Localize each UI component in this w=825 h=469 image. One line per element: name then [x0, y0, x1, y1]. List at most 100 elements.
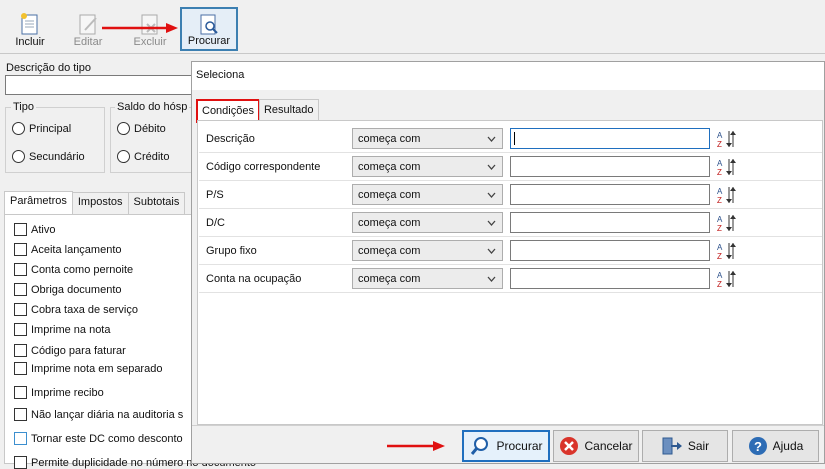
sort-az-icon[interactable]: AZ [716, 241, 736, 261]
ajuda-label: Ajuda [772, 439, 804, 453]
parametros-panel: Ativo Aceita lançamento Conta como perno… [4, 214, 256, 469]
radio-principal[interactable]: Principal [12, 122, 71, 135]
condition-value-input[interactable] [510, 212, 710, 233]
condition-operator-value: começa com [358, 245, 421, 257]
condition-operator-select[interactable]: começa com [352, 268, 503, 289]
checkbox-imprime-nota[interactable]: Imprime na nota [14, 323, 110, 336]
checkbox-label: Não lançar diária na auditoria s [31, 408, 184, 421]
incluir-label: Incluir [15, 36, 45, 48]
checkbox-imprime-recibo[interactable]: Imprime recibo [14, 386, 104, 399]
sair-button[interactable]: Sair [642, 430, 728, 462]
sort-az-icon[interactable]: AZ [716, 157, 736, 177]
checkbox-ativo[interactable]: Ativo [14, 223, 55, 236]
tipo-groupbox [5, 107, 105, 173]
radio-debito[interactable]: Débito [117, 122, 166, 135]
condition-row: D/C começa com AZ [199, 209, 822, 237]
checkbox-label: Imprime na nota [31, 323, 111, 336]
checkbox-label: Conta como pernoite [31, 263, 134, 276]
condition-row: Código correspondente começa com AZ [199, 153, 822, 181]
sort-az-icon[interactable]: AZ [716, 269, 736, 289]
seleciona-dialog: Seleciona Condições Resultado Descrição … [191, 61, 825, 464]
tab-impostos[interactable]: Impostos [71, 192, 129, 214]
excluir-label: Excluir [133, 36, 167, 48]
condition-operator-select[interactable]: começa com [352, 128, 503, 149]
checkbox-codigo-faturar[interactable]: Código para faturar [14, 344, 126, 357]
chevron-down-icon [487, 136, 496, 142]
tab-parametros[interactable]: Parâmetros [4, 191, 73, 214]
edit-document-icon [79, 14, 97, 35]
condition-value-input[interactable] [510, 128, 710, 149]
condition-value-input[interactable] [510, 240, 710, 261]
svg-text:Z: Z [717, 168, 722, 177]
sair-label: Sair [687, 439, 710, 453]
condition-value-input[interactable] [510, 184, 710, 205]
checkbox-nao-lancar-diaria[interactable]: Não lançar diária na auditoria s [14, 408, 183, 421]
checkbox-desconto[interactable]: Tornar este DC como desconto [14, 432, 183, 445]
checkbox-box [14, 243, 27, 256]
checkbox-aceita-lancamento[interactable]: Aceita lançamento [14, 243, 122, 256]
checkbox-label: Aceita lançamento [31, 243, 122, 256]
checkbox-obriga-documento[interactable]: Obriga documento [14, 283, 122, 296]
condition-field-label: P/S [206, 189, 224, 201]
svg-text:A: A [717, 131, 723, 140]
descricao-label: Descrição do tipo [6, 62, 91, 74]
checkbox-label: Obriga documento [31, 283, 122, 296]
checkbox-box [14, 456, 27, 469]
condition-row: Conta na ocupação começa com AZ [199, 265, 822, 293]
condition-operator-select[interactable]: começa com [352, 184, 503, 205]
procurar-button[interactable]: Procurar [462, 430, 550, 462]
cancelar-button[interactable]: Cancelar [553, 430, 639, 462]
radio-debito-label: Débito [134, 122, 166, 135]
svg-text:A: A [717, 215, 723, 224]
sort-az-icon[interactable]: AZ [716, 185, 736, 205]
checkbox-nota-separado[interactable]: Imprime nota em separado [14, 362, 162, 375]
condition-value-input[interactable] [510, 268, 710, 289]
checkbox-box [14, 223, 27, 236]
radio-secundario[interactable]: Secundário [12, 150, 85, 163]
sort-az-icon[interactable]: AZ [716, 213, 736, 233]
cancelar-label: Cancelar [584, 439, 633, 453]
editar-label: Editar [73, 36, 103, 48]
checkbox-label: Imprime recibo [31, 386, 104, 399]
checkbox-box [14, 344, 27, 357]
conditions-panel: Descrição começa com AZ Código correspon… [197, 120, 823, 425]
new-document-icon [21, 13, 38, 35]
radio-principal-label: Principal [29, 122, 72, 135]
saldo-title: Saldo do hósp [115, 101, 190, 113]
condition-field-label: Grupo fixo [206, 245, 257, 257]
checkbox-box [14, 283, 27, 296]
tab-subtotais[interactable]: Subtotais [127, 192, 186, 214]
checkbox-cobra-taxa[interactable]: Cobra taxa de serviço [14, 303, 138, 316]
toolbar: Incluir Editar Excluir Procurar [0, 0, 825, 54]
radio-circle [12, 150, 25, 163]
incluir-button[interactable]: Incluir [2, 7, 58, 51]
svg-text:Z: Z [717, 224, 722, 233]
condition-field-label: Conta na ocupação [206, 273, 302, 285]
ajuda-button[interactable]: ? Ajuda [732, 430, 819, 462]
red-arrow-annotation-icon [387, 441, 445, 451]
condition-operator-select[interactable]: começa com [352, 156, 503, 177]
radio-credito-label: Crédito [134, 150, 170, 163]
chevron-down-icon [487, 248, 496, 254]
condition-operator-select[interactable]: começa com [352, 240, 503, 261]
parametros-tabs: Parâmetros Impostos Subtotais [4, 191, 186, 214]
red-arrow-annotation-icon [102, 23, 178, 33]
checkbox-conta-pernoite[interactable]: Conta como pernoite [14, 263, 133, 276]
svg-text:Z: Z [717, 252, 722, 261]
radio-credito[interactable]: Crédito [117, 150, 169, 163]
condition-value-input[interactable] [510, 156, 710, 177]
cancel-icon [560, 437, 579, 455]
checkbox-label: Cobra taxa de serviço [31, 303, 138, 316]
checkbox-label: Ativo [31, 223, 56, 236]
sort-az-icon[interactable]: AZ [716, 129, 736, 149]
procurar-toolbar-button[interactable]: Procurar [180, 7, 238, 51]
condition-operator-value: começa com [358, 189, 421, 201]
checkbox-box [14, 362, 27, 375]
svg-text:Z: Z [717, 140, 722, 149]
checkbox-label: Tornar este DC como desconto [31, 432, 183, 445]
help-icon: ? [748, 437, 767, 455]
svg-text:Z: Z [717, 280, 722, 289]
exit-door-icon [662, 437, 682, 455]
descricao-input[interactable] [5, 75, 193, 95]
condition-operator-select[interactable]: começa com [352, 212, 503, 233]
